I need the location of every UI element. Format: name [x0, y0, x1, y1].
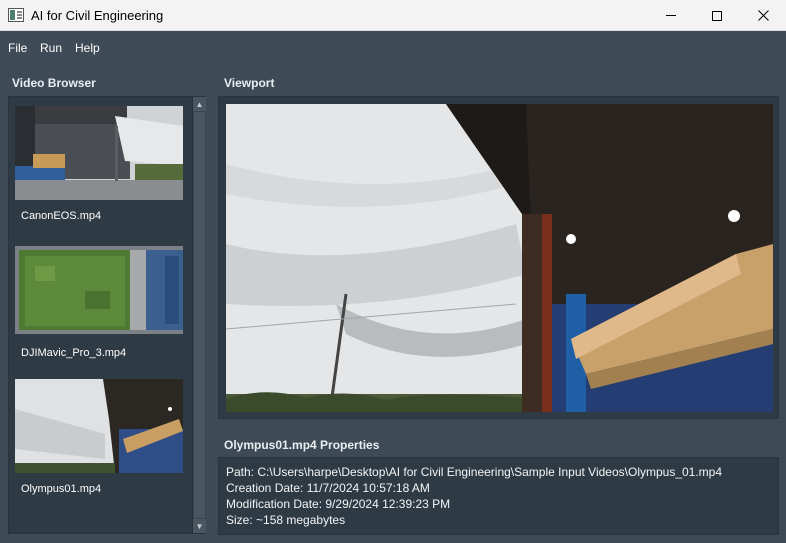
window-title: AI for Civil Engineering: [31, 8, 164, 23]
properties-panel: Path: C:\Users\harpe\Desktop\AI for Civi…: [218, 457, 779, 535]
menu-help[interactable]: Help: [75, 41, 100, 55]
menu-run[interactable]: Run: [40, 41, 62, 55]
property-modification-date: Modification Date: 9/29/2024 12:39:23 PM: [226, 497, 451, 511]
olympus01-thumbnail-image: [15, 379, 183, 473]
scroll-thumb[interactable]: [194, 112, 205, 518]
viewport-frame-image: [226, 104, 773, 412]
scroll-down-button[interactable]: ▼: [193, 519, 206, 533]
property-path: Path: C:\Users\harpe\Desktop\AI for Civi…: [226, 465, 723, 479]
video-label-olympus01[interactable]: Olympus01.mp4: [21, 483, 101, 495]
title-bar: AI for Civil Engineering: [0, 0, 786, 31]
minimize-icon: [666, 15, 676, 16]
minimize-button[interactable]: [648, 0, 694, 31]
close-button[interactable]: [740, 0, 786, 31]
maximize-icon: [712, 10, 722, 21]
viewport-video-frame[interactable]: [226, 104, 773, 412]
viewport-panel: [218, 96, 779, 419]
video-thumbnail-djimavic[interactable]: [15, 246, 183, 334]
video-label-djimavic[interactable]: DJIMavic_Pro_3.mp4: [21, 347, 126, 359]
chevron-up-icon: ▲: [195, 99, 204, 109]
browser-scrollbar[interactable]: ▲ ▼: [192, 97, 206, 533]
canoneos-thumbnail-image: [15, 106, 183, 200]
djimavic-thumbnail-image: [15, 246, 183, 334]
menu-file[interactable]: File: [8, 41, 27, 55]
video-browser: CanonEOS.mp4 DJIMavic_Pro_3.mp4 Olympus0…: [8, 96, 206, 534]
property-creation-date: Creation Date: 11/7/2024 10:57:18 AM: [226, 481, 430, 495]
close-icon: [757, 10, 769, 21]
menu-bar: File Run Help: [0, 31, 786, 63]
properties-title: Olympus01.mp4 Properties: [224, 438, 380, 452]
maximize-button[interactable]: [694, 0, 740, 31]
video-thumbnail-olympus01[interactable]: [15, 379, 183, 473]
video-browser-title: Video Browser: [12, 76, 96, 90]
video-thumbnail-canoneos[interactable]: [15, 106, 183, 200]
property-size: Size: ~158 megabytes: [226, 513, 346, 527]
scroll-up-button[interactable]: ▲: [193, 97, 206, 111]
app-icon: [8, 8, 24, 22]
video-label-canoneos[interactable]: CanonEOS.mp4: [21, 210, 101, 222]
chevron-down-icon: ▼: [195, 521, 204, 531]
viewport-title: Viewport: [224, 76, 275, 90]
